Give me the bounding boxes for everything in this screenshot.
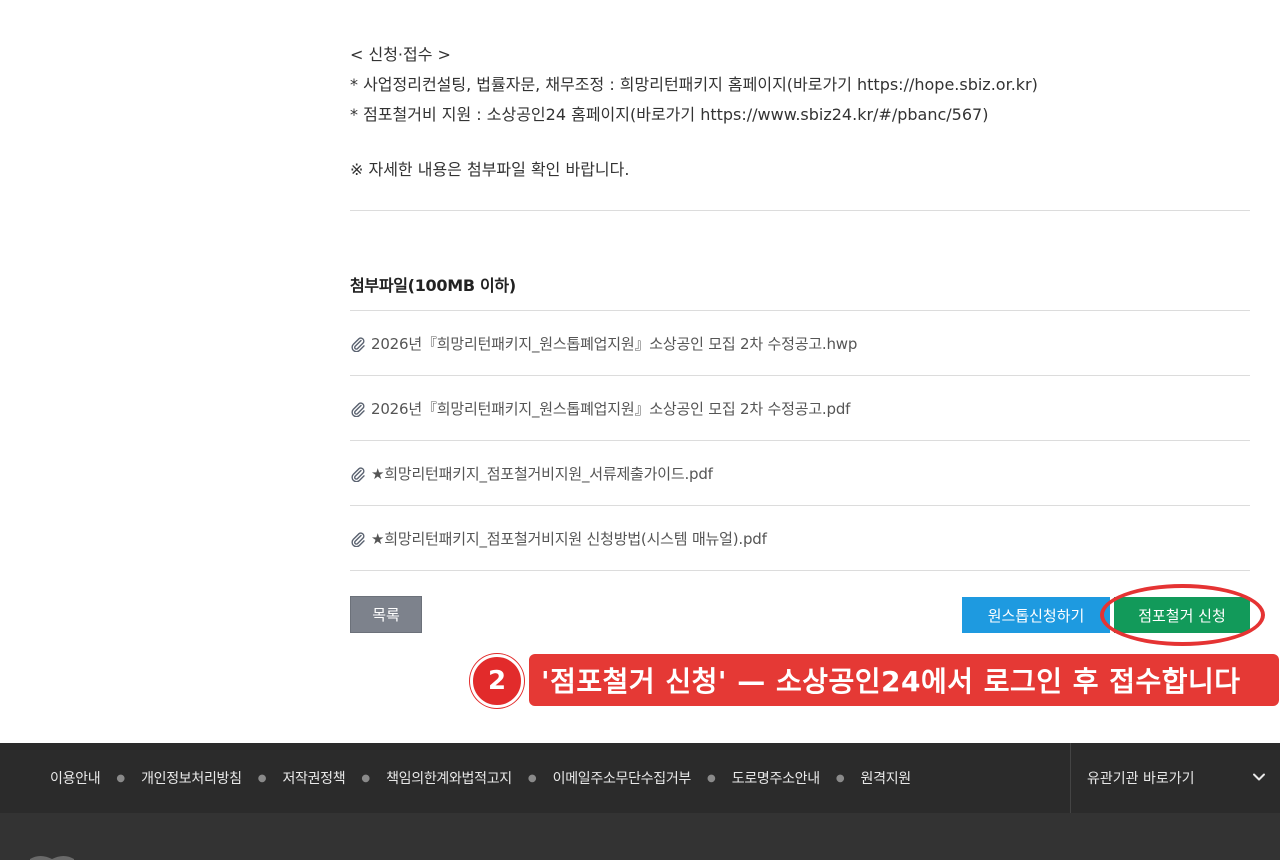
application-line-consulting: * 사업정리컨설팅, 법률자문, 채무조정 : 희망리턴패키지 홈페이지(바로가…	[350, 75, 1038, 94]
footer-link-road-address[interactable]: 도로명주소안내	[732, 768, 820, 788]
store-demolition-apply-button[interactable]: 점포철거 신청	[1114, 597, 1250, 633]
attachment-row[interactable]: ★희망리턴패키지_점포철거비지원_서류제출가이드.pdf	[350, 441, 1250, 506]
paperclip-icon	[350, 531, 366, 547]
step-annotation-banner: '점포철거 신청' — 소상공인24에서 로그인 후 접수합니다	[529, 654, 1279, 706]
paperclip-icon	[350, 466, 366, 482]
footer-link-privacy-policy[interactable]: 개인정보처리방침	[141, 768, 242, 788]
footer-separator: ●	[707, 772, 716, 784]
footer-link-usage-guide[interactable]: 이용안내	[50, 768, 101, 788]
footer-separator: ●	[835, 772, 845, 784]
footer-link-copyright-policy[interactable]: 저작권정책	[282, 768, 345, 788]
footer-separator: ●	[116, 772, 126, 784]
attachment-file-name[interactable]: 2026년『희망리턴패키지_원스톱폐업지원』소상공인 모집 2차 수정공고.hw…	[371, 333, 857, 354]
footer-logo-icon	[30, 850, 74, 860]
footer-links: 이용안내 ● 개인정보처리방침 ● 저작권정책 ● 책임의한계와법적고지 ● 이…	[50, 743, 911, 813]
application-heading: < 신청·접수 >	[350, 45, 451, 64]
step-number-badge: 2	[470, 654, 524, 708]
footer-separator: ●	[361, 772, 371, 784]
application-line-demolition: * 점포철거비 지원 : 소상공인24 홈페이지(바로가기 https://ww…	[350, 105, 989, 124]
footer-link-legal-notice[interactable]: 책임의한계와법적고지	[386, 768, 512, 788]
onestop-apply-button[interactable]: 원스톱신청하기	[962, 597, 1110, 633]
footer-link-remote-support[interactable]: 원격지원	[861, 768, 912, 788]
list-button[interactable]: 목록	[350, 596, 422, 633]
family-site-label: 유관기관 바로가기	[1087, 771, 1195, 787]
attachments-title: 첨부파일(100MB 이하)	[350, 276, 516, 295]
attachments-bottom-divider	[350, 570, 1250, 571]
footer-bottom	[0, 813, 1280, 860]
paperclip-icon	[350, 336, 366, 352]
application-info: < 신청·접수 > * 사업정리컨설팅, 법률자문, 채무조정 : 희망리턴패키…	[350, 40, 1038, 130]
attachment-row[interactable]: 2026년『희망리턴패키지_원스톱폐업지원』소상공인 모집 2차 수정공고.hw…	[350, 311, 1250, 376]
attachment-file-name[interactable]: ★희망리턴패키지_점포철거비지원 신청방법(시스템 매뉴얼).pdf	[371, 528, 767, 549]
paperclip-icon	[350, 401, 366, 417]
section-divider	[350, 210, 1250, 211]
footer-separator: ●	[527, 772, 537, 784]
attachment-note: ※ 자세한 내용은 첨부파일 확인 바랍니다.	[350, 160, 630, 179]
footer-separator: ●	[257, 772, 267, 784]
attachment-row[interactable]: 2026년『희망리턴패키지_원스톱폐업지원』소상공인 모집 2차 수정공고.pd…	[350, 376, 1250, 441]
chevron-down-icon	[1252, 770, 1266, 784]
attachment-row[interactable]: ★희망리턴패키지_점포철거비지원 신청방법(시스템 매뉴얼).pdf	[350, 506, 1250, 571]
attachment-file-name[interactable]: 2026년『희망리턴패키지_원스톱폐업지원』소상공인 모집 2차 수정공고.pd…	[371, 398, 850, 419]
footer-link-email-refusal[interactable]: 이메일주소무단수집거부	[553, 768, 692, 788]
attachment-file-name[interactable]: ★희망리턴패키지_점포철거비지원_서류제출가이드.pdf	[371, 463, 713, 484]
family-site-dropdown[interactable]: 유관기관 바로가기	[1070, 743, 1280, 813]
